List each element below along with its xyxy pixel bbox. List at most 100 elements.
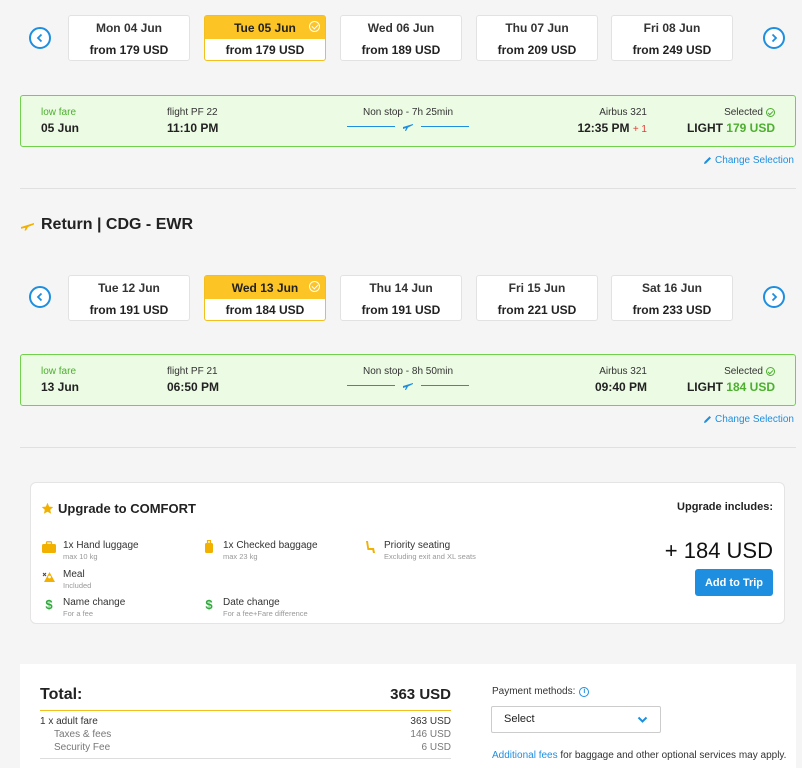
taxes-value: 146 USD [410,729,451,740]
dollar-icon: $ [45,596,53,612]
date-label: Fri 15 Jun [508,281,566,295]
fare-price: 184 USD [726,380,775,394]
date-label: Tue 12 Jun [98,281,160,295]
date-card-mon-04-jun[interactable]: Mon 04 Jun from 179 USD [68,15,190,61]
date-card-thu-14-jun[interactable]: Thu 14 Jun from 191 USD [340,275,462,321]
chevron-left-icon [36,33,43,43]
date-price: from 233 USD [632,303,712,317]
date-price: from 249 USD [632,43,712,57]
date-price: from 191 USD [361,303,441,317]
date-label: Wed 06 Jun [367,21,435,35]
date-price: from 191 USD [89,303,169,317]
date-label: Mon 04 Jun [95,21,162,35]
departure-time: 06:50 PM [167,380,220,394]
selected-indicator: Selected [724,107,775,118]
date-card-wed-06-jun[interactable]: Wed 06 Jun from 189 USD [340,15,462,61]
taxes-label: Taxes & fees [54,729,112,740]
feature-checked-baggage: 1x Checked baggage max 23 kg [201,540,318,562]
flight-date: 05 Jun [41,121,80,135]
aircraft-type: Airbus 321 [599,366,647,377]
total-label: Total: [40,686,83,703]
date-label: Thu 14 Jun [369,281,433,295]
next-dates-button[interactable] [763,27,785,49]
return-header: Return | CDG - EWR [20,216,193,234]
fare-summary: LIGHT 179 USD [686,121,775,135]
feature-hand-luggage: 1x Hand luggage max 10 kg [41,540,139,562]
fare-line-value: 363 USD [410,716,451,727]
flight-date: 13 Jun [41,380,80,394]
check-circle-icon [309,281,320,292]
low-fare-label: low fare [41,366,77,377]
fare-summary: LIGHT 184 USD [686,380,775,394]
feature-priority-seating: Priority seating Excluding exit and XL se… [362,540,476,562]
change-selection-link[interactable]: Change Selection [703,414,794,425]
outbound-flight-card[interactable]: low fare 05 Jun flight PF 22 11:10 PM No… [20,95,796,147]
date-card-fri-08-jun[interactable]: Fri 08 Jun from 249 USD [611,15,733,61]
date-price: from 179 USD [225,43,305,57]
date-label: Sat 16 Jun [641,281,703,295]
flight-number: flight PF 21 [167,366,218,377]
feature-meal: Meal Included [41,569,91,591]
change-selection-link[interactable]: Change Selection [703,155,794,166]
date-card-wed-13-jun[interactable]: Wed 13 Jun from 184 USD [204,275,326,321]
info-icon[interactable]: i [579,686,590,697]
date-card-tue-12-jun[interactable]: Tue 12 Jun from 191 USD [68,275,190,321]
airplane-icon [21,223,34,231]
flight-number: flight PF 22 [167,107,218,118]
date-price: from 189 USD [361,43,441,57]
payment-method-select[interactable]: Select [491,706,661,733]
meal-icon [41,569,57,583]
fare-line-label: 1 x adult fare [40,716,98,727]
flight-duration: Non stop - 8h 50min [362,366,454,377]
return-title: Return | CDG - EWR [41,216,194,233]
pencil-icon [704,157,712,164]
upgrade-header: Upgrade to COMFORT [41,501,196,516]
chevron-left-icon [36,292,43,302]
check-circle-icon [766,108,775,117]
chevron-right-icon [771,292,778,302]
date-label: Wed 13 Jun [205,276,325,299]
date-label: Tue 05 Jun [205,16,325,39]
date-card-thu-07-jun[interactable]: Thu 07 Jun from 209 USD [476,15,598,61]
selected-indicator: Selected [724,366,775,377]
dollar-icon: $ [205,596,213,612]
total-panel: Total: 363 USD 1 x adult fare 363 USD Ta… [20,664,796,768]
date-price: from 221 USD [497,303,577,317]
feature-name-change: $ Name change For a fee [41,597,125,619]
total-amount: 363 USD [390,686,451,703]
briefcase-icon [41,540,57,554]
departure-time: 11:10 PM [167,121,219,135]
route-line [347,383,469,390]
upgrade-includes-label: Upgrade includes: [677,501,773,513]
upgrade-panel: Upgrade to COMFORT Upgrade includes: 1x … [30,482,785,624]
security-fee-value: 6 USD [421,742,451,753]
arrival-time: 12:35 PM + 1 [577,121,647,135]
flight-duration: Non stop - 7h 25min [362,107,454,118]
pencil-icon [704,416,712,423]
date-card-fri-15-jun[interactable]: Fri 15 Jun from 221 USD [476,275,598,321]
next-dates-button[interactable] [763,286,785,308]
date-card-sat-16-jun[interactable]: Sat 16 Jun from 233 USD [611,275,733,321]
next-day-indicator: + 1 [632,124,647,135]
route-line [347,124,469,131]
upgrade-title: Upgrade to COMFORT [58,501,196,516]
aircraft-type: Airbus 321 [599,107,647,118]
chevron-right-icon [771,33,778,43]
section-divider [20,447,796,448]
seat-icon [362,540,378,554]
date-card-tue-05-jun[interactable]: Tue 05 Jun from 179 USD [204,15,326,61]
airplane-icon [403,124,413,131]
check-circle-icon [309,21,320,32]
chevron-down-icon [637,716,648,723]
prev-dates-button[interactable] [29,27,51,49]
upgrade-price: + 184 USD [664,538,773,563]
additional-fees-notice: Additional fees for baggage and other op… [492,750,787,761]
return-flight-card[interactable]: low fare 13 Jun flight PF 21 06:50 PM No… [20,354,796,406]
additional-fees-link[interactable]: Additional fees [492,750,558,761]
total-underline [40,710,451,711]
feature-date-change: $ Date change For a fee+Fare difference [201,596,307,619]
section-divider [20,188,796,189]
add-to-trip-button[interactable]: Add to Trip [695,569,773,596]
date-label: Thu 07 Jun [505,21,569,35]
prev-dates-button[interactable] [29,286,51,308]
